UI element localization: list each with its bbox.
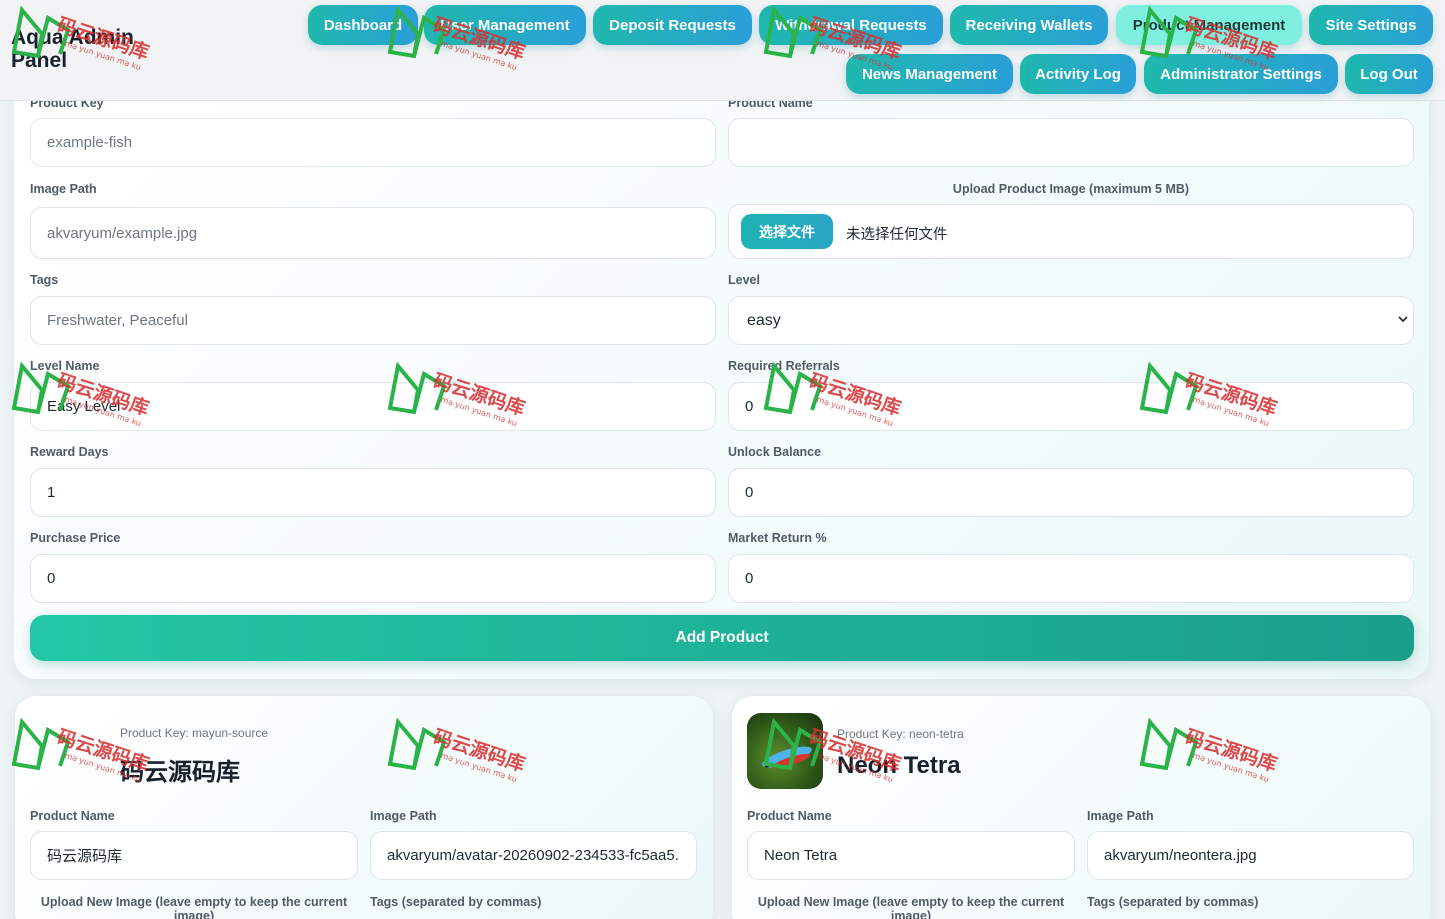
nav-administrator-settings[interactable]: Administrator Settings	[1144, 54, 1338, 94]
product-title: 码云源码库	[120, 759, 240, 786]
product-name-input[interactable]	[728, 118, 1414, 167]
reward-days-label: Reward Days	[30, 445, 109, 459]
tags-input[interactable]: Freshwater, Peaceful	[30, 296, 716, 345]
product-key-input[interactable]: example-fish	[30, 118, 716, 167]
tags-label: Tags (separated by commas)	[370, 895, 542, 909]
chevron-down-icon	[1398, 312, 1408, 327]
nav-log-out[interactable]: Log Out	[1345, 54, 1433, 94]
purchase-price-input[interactable]: 0	[30, 554, 716, 603]
nav-site-settings[interactable]: Site Settings	[1309, 5, 1433, 45]
product-title: Neon Tetra	[837, 752, 961, 779]
image-path-input[interactable]: akvaryum/example.jpg	[30, 207, 716, 259]
product-key-text: Product Key: mayun-source	[120, 726, 269, 740]
product-card	[14, 695, 714, 919]
upload-new-image-label: Upload New Image (leave empty to keep th…	[40, 895, 348, 919]
required-referrals-input[interactable]: 0	[728, 382, 1414, 431]
required-referrals-label: Required Referrals	[728, 359, 840, 373]
add-product-button[interactable]: Add Product	[30, 615, 1414, 661]
level-select[interactable]: easy	[728, 296, 1414, 345]
image-path-input[interactable]: akvaryum/avatar-20260902-234533-fc5aa5.	[370, 831, 697, 880]
upload-new-image-label: Upload New Image (leave empty to keep th…	[757, 895, 1065, 919]
image-path-label: Image Path	[30, 182, 97, 196]
product-name-label: Product Name	[30, 809, 115, 823]
level-name-input[interactable]: Easy Level	[30, 382, 716, 431]
product-card	[731, 695, 1431, 919]
product-key-text: Product Key: neon-tetra	[837, 727, 964, 741]
tags-label: Tags	[30, 273, 59, 287]
nav-dashboard[interactable]: Dashboard	[308, 5, 418, 45]
no-file-chosen-text: 未选择任何文件	[846, 227, 948, 243]
unlock-balance-label: Unlock Balance	[728, 445, 822, 459]
tags-label: Tags (separated by commas)	[1087, 895, 1259, 909]
product-name-input[interactable]: Neon Tetra	[747, 831, 1075, 880]
nav-deposit-requests[interactable]: Deposit Requests	[593, 5, 752, 45]
level-name-label: Level Name	[30, 359, 100, 373]
choose-file-button[interactable]: 选择文件	[741, 214, 833, 249]
product-name-input[interactable]: 码云源码库	[30, 831, 358, 880]
nav-user-management[interactable]: User Management	[424, 5, 586, 45]
upload-image-label: Upload Product Image (maximum 5 MB)	[952, 182, 1190, 196]
image-path-label: Image Path	[370, 809, 437, 823]
product-thumbnail	[747, 713, 823, 789]
top-header: Aqua Admin Panel Dashboard User Manageme…	[0, 0, 1445, 101]
reward-days-input[interactable]: 1	[30, 468, 716, 517]
market-return-label: Market Return %	[728, 531, 827, 545]
image-path-input[interactable]: akvaryum/neontera.jpg	[1087, 831, 1414, 880]
unlock-balance-input[interactable]: 0	[728, 468, 1414, 517]
product-name-label: Product Name	[747, 809, 832, 823]
brand-title: Aqua Admin Panel	[11, 26, 134, 72]
purchase-price-label: Purchase Price	[30, 531, 121, 545]
nav-product-management[interactable]: Product Management	[1116, 5, 1302, 45]
image-path-label: Image Path	[1087, 809, 1154, 823]
nav-news-management[interactable]: News Management	[846, 54, 1013, 94]
level-label: Level	[728, 273, 760, 287]
nav-withdrawal-requests[interactable]: Withdrawal Requests	[759, 5, 943, 45]
nav-activity-log[interactable]: Activity Log	[1020, 54, 1136, 94]
nav-receiving-wallets[interactable]: Receiving Wallets	[950, 5, 1108, 45]
market-return-input[interactable]: 0	[728, 554, 1414, 603]
